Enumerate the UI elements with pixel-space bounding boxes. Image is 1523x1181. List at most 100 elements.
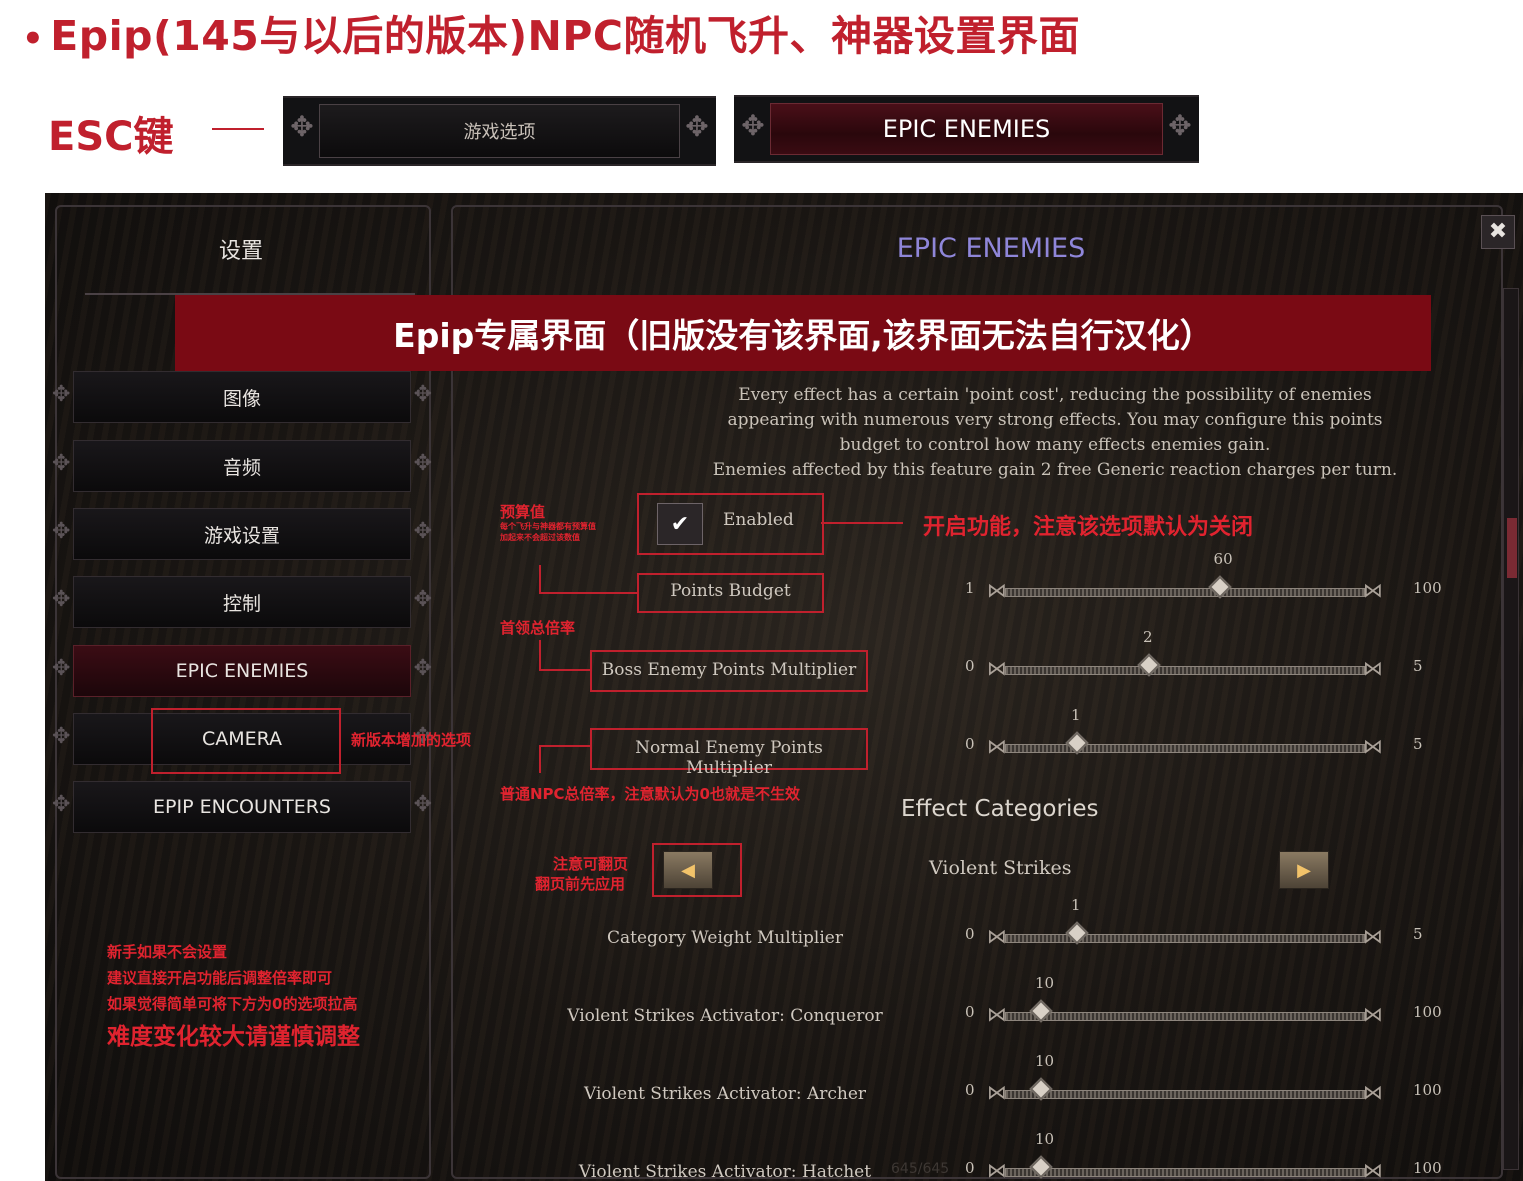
sidebar-item-label: 音频 bbox=[222, 456, 261, 479]
page-note-1: 注意可翻页 bbox=[553, 855, 629, 873]
description-line: appearing with numerous very strong effe… bbox=[727, 410, 1383, 430]
slider-cap-left-icon: ⋈ bbox=[987, 1158, 1007, 1181]
sidebar-item-graphics[interactable]: ✥ 图像 ✥ bbox=[52, 371, 432, 423]
hatchet-slider[interactable]: ⋈ ⋈ 10 bbox=[987, 1130, 1383, 1181]
normal-multiplier-max: 5 bbox=[1413, 735, 1423, 753]
ornament-icon: ✥ bbox=[52, 382, 71, 407]
description-line: Every effect has a certain 'point cost',… bbox=[738, 385, 1372, 405]
category-weight-max: 5 bbox=[1413, 925, 1423, 943]
ornament-right-icon: ✥ bbox=[685, 110, 709, 143]
bullet: • bbox=[22, 19, 45, 59]
sidebar-item-audio[interactable]: ✥ 音频 ✥ bbox=[52, 440, 432, 492]
budget-note-2: 加起来不会超过该数值 bbox=[500, 533, 580, 542]
exclusive-banner: Epip专属界面（旧版没有该界面,该界面无法自行汉化） bbox=[175, 295, 1431, 371]
sidebar-item-label: 游戏设置 bbox=[203, 524, 280, 547]
archer-label: Violent Strikes Activator: Archer bbox=[583, 1084, 867, 1104]
slider-track bbox=[1005, 1012, 1365, 1021]
page-title-text: Epip(145与以后的版本)NPC随机飞升、神器设置界面 bbox=[50, 12, 1081, 60]
ornament-icon: ✥ bbox=[52, 792, 71, 817]
sidebar-item-gameplay[interactable]: ✥ 游戏设置 ✥ bbox=[52, 508, 432, 560]
budget-note-title: 预算值 bbox=[500, 503, 546, 521]
ornament-icon: ✥ bbox=[413, 382, 432, 407]
sidebar-item-controls[interactable]: ✥ 控制 ✥ bbox=[52, 576, 432, 628]
category-weight-min: 0 bbox=[965, 925, 975, 943]
sidebar-item-epic-enemies[interactable]: ✥ EPIC ENEMIES ✥ bbox=[52, 645, 432, 697]
newbie-note-3: 如果觉得简单可将下方为0的选项拉高 bbox=[107, 995, 358, 1013]
newbie-note-2: 建议直接开启功能后调整倍率即可 bbox=[107, 969, 333, 987]
conqueror-slider[interactable]: ⋈ ⋈ 10 bbox=[987, 974, 1383, 1026]
ornament-left-icon: ✥ bbox=[741, 109, 765, 142]
arrow-left-icon: ◀ bbox=[681, 859, 695, 881]
normal-multiplier-slider[interactable]: ⋈ ⋈ 1 bbox=[987, 706, 1383, 758]
boss-multiplier-label: Boss Enemy Points Multiplier bbox=[601, 660, 857, 680]
points-budget-min: 1 bbox=[965, 579, 975, 597]
ornament-icon: ✥ bbox=[413, 587, 432, 612]
ornament-icon: ✥ bbox=[52, 451, 71, 476]
description-line: budget to control how many effects enemi… bbox=[839, 435, 1271, 455]
game-options-button[interactable]: ✥ 游戏选项 ✥ bbox=[283, 96, 716, 166]
sidebar-item-label: 图像 bbox=[222, 387, 261, 410]
points-budget-max: 100 bbox=[1413, 579, 1442, 597]
ornament-icon: ✥ bbox=[413, 792, 432, 817]
connector-line bbox=[539, 745, 591, 747]
boss-note: 首领总倍率 bbox=[500, 619, 576, 637]
normal-multiplier-label: Normal Enemy Points Multiplier bbox=[635, 738, 823, 778]
ornament-left-icon: ✥ bbox=[290, 110, 314, 143]
ornament-icon: ✥ bbox=[52, 519, 71, 544]
sidebar-item-label: 控制 bbox=[222, 592, 261, 615]
category-weight-label: Category Weight Multiplier bbox=[607, 928, 843, 948]
sidebar-item-label: EPIP ENCOUNTERS bbox=[153, 796, 331, 818]
sidebar-item-epip-encounters[interactable]: ✥ EPIP ENCOUNTERS ✥ bbox=[52, 781, 432, 833]
slider-cap-right-icon: ⋈ bbox=[1363, 656, 1383, 680]
sidebar-title: 设置 bbox=[218, 239, 263, 264]
epic-enemies-top-label: EPIC ENEMIES bbox=[882, 115, 1051, 143]
conqueror-label: Violent Strikes Activator: Conqueror bbox=[567, 1006, 883, 1026]
slider-value: 10 bbox=[1035, 974, 1055, 992]
slider-cap-right-icon: ⋈ bbox=[1363, 1080, 1383, 1104]
boss-multiplier-slider[interactable]: ⋈ ⋈ 2 bbox=[987, 628, 1383, 680]
camera-note: 新版本增加的选项 bbox=[351, 731, 472, 749]
slider-cap-right-icon: ⋈ bbox=[1363, 578, 1383, 602]
normal-multiplier-min: 0 bbox=[965, 735, 975, 753]
main-title: EPIC ENEMIES bbox=[896, 233, 1086, 264]
close-icon[interactable]: ✖ bbox=[1481, 215, 1515, 249]
game-settings-screen: 设置 ✥ 图像 ✥ ✥ 音频 ✥ ✥ 游戏设置 ✥ ✥ 控制 ✥ ✥ EPIC ENEMIES ✥ … bbox=[45, 193, 1523, 1181]
epic-enemies-top-button[interactable]: ✥ EPIC ENEMIES ✥ bbox=[734, 95, 1199, 163]
archer-min: 0 bbox=[965, 1081, 975, 1099]
scrollbar[interactable] bbox=[1503, 288, 1519, 1170]
ornament-icon: ✥ bbox=[413, 451, 432, 476]
connector-line bbox=[539, 745, 541, 773]
page-counter: 645/645 bbox=[891, 1161, 950, 1177]
scrollbar-thumb[interactable] bbox=[1507, 518, 1517, 578]
slider-cap-left-icon: ⋈ bbox=[987, 578, 1007, 602]
slider-value: 10 bbox=[1035, 1052, 1055, 1070]
category-name: Violent Strikes bbox=[929, 857, 1072, 879]
connector-line bbox=[539, 640, 541, 670]
slider-track bbox=[1005, 588, 1365, 597]
camera-highlight-box bbox=[151, 708, 341, 774]
boss-multiplier-max: 5 bbox=[1413, 657, 1423, 675]
ornament-icon: ✥ bbox=[52, 724, 71, 749]
conqueror-max: 100 bbox=[1413, 1003, 1442, 1021]
hatchet-max: 100 bbox=[1413, 1159, 1442, 1177]
conqueror-min: 0 bbox=[965, 1003, 975, 1021]
connector-line bbox=[539, 669, 591, 671]
archer-slider[interactable]: ⋈ ⋈ 10 bbox=[987, 1052, 1383, 1104]
slider-cap-left-icon: ⋈ bbox=[987, 1080, 1007, 1104]
ornament-icon: ✥ bbox=[52, 587, 71, 612]
newbie-note-4: 难度变化较大请谨慎调整 bbox=[107, 1024, 360, 1050]
sidebar-item-label: EPIC ENEMIES bbox=[175, 660, 309, 682]
boss-multiplier-min: 0 bbox=[965, 657, 975, 675]
game-options-label: 游戏选项 bbox=[463, 122, 536, 143]
slider-cap-right-icon: ⋈ bbox=[1363, 734, 1383, 758]
previous-category-button[interactable]: ◀ bbox=[663, 851, 713, 889]
slider-track bbox=[1005, 1090, 1365, 1099]
next-category-button[interactable]: ▶ bbox=[1279, 851, 1329, 889]
enabled-checkbox[interactable]: ✔ bbox=[657, 503, 703, 545]
category-weight-slider[interactable]: ⋈ ⋈ 1 bbox=[987, 896, 1383, 948]
enabled-label: Enabled bbox=[723, 510, 794, 530]
slider-track bbox=[1005, 666, 1365, 675]
slider-cap-right-icon: ⋈ bbox=[1363, 1158, 1383, 1181]
page-title: • Epip(145与以后的版本)NPC随机飞升、神器设置界面 bbox=[22, 2, 1080, 62]
points-budget-slider[interactable]: ⋈ ⋈ 60 bbox=[987, 550, 1383, 602]
